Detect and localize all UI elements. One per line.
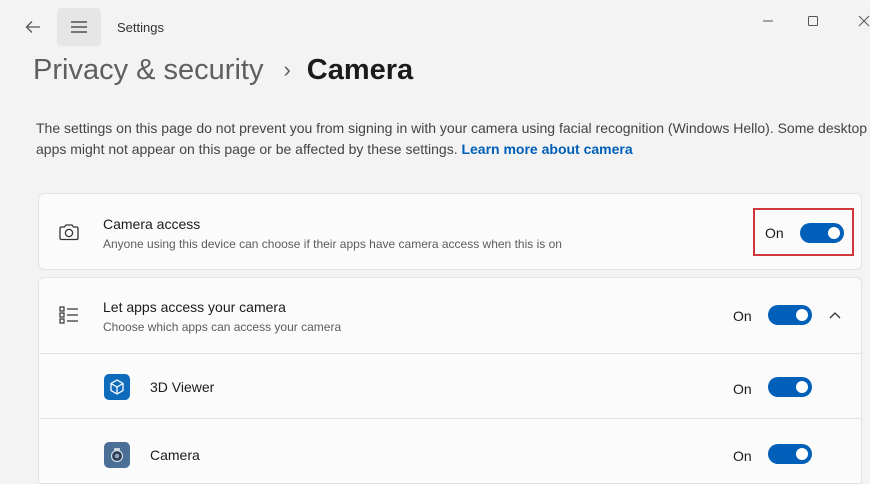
- description-text: The settings on this page do not prevent…: [36, 120, 868, 157]
- toggle-knob: [796, 448, 808, 460]
- let-apps-state: On: [733, 308, 752, 324]
- page-title: Camera: [306, 54, 414, 86]
- breadcrumb-separator: ›: [283, 56, 291, 82]
- app-row: Camera On: [38, 418, 862, 484]
- hamburger-icon: [71, 21, 87, 33]
- minimize-icon: [763, 20, 773, 22]
- highlight-box: [753, 208, 854, 256]
- toggle-knob: [796, 381, 808, 393]
- chevron-up-icon[interactable]: [827, 307, 843, 323]
- app-title: Settings: [117, 20, 164, 35]
- app-list-icon: [57, 303, 81, 327]
- page-description: The settings on this page do not prevent…: [36, 118, 870, 160]
- close-icon: [858, 15, 870, 27]
- let-apps-title: Let apps access your camera: [103, 299, 286, 315]
- let-apps-toggle[interactable]: [768, 305, 812, 325]
- camera-app-icon: [104, 442, 130, 468]
- app-name: 3D Viewer: [150, 379, 215, 395]
- 3d-viewer-toggle[interactable]: [768, 377, 812, 397]
- let-apps-subtitle: Choose which apps can access your camera: [103, 320, 342, 334]
- app-name: Camera: [150, 447, 200, 463]
- camera-access-title: Camera access: [103, 216, 201, 232]
- camera-icon: [57, 220, 81, 244]
- camera-access-subtitle: Anyone using this device can choose if t…: [103, 237, 562, 251]
- app-state: On: [733, 381, 752, 397]
- maximize-icon: [808, 16, 818, 26]
- app-row: 3D Viewer On: [38, 353, 862, 419]
- breadcrumb: Privacy & security › Camera: [33, 54, 413, 87]
- camera-app-toggle[interactable]: [768, 444, 812, 464]
- learn-more-link[interactable]: Learn more about camera: [461, 141, 632, 157]
- minimize-button[interactable]: [755, 10, 781, 32]
- app-state: On: [733, 448, 752, 464]
- navigation-menu-button[interactable]: [57, 8, 101, 46]
- close-button[interactable]: [851, 10, 870, 32]
- let-apps-access-card[interactable]: Let apps access your camera Choose which…: [38, 277, 862, 354]
- toggle-knob: [796, 309, 808, 321]
- 3d-viewer-icon: [104, 374, 130, 400]
- breadcrumb-parent[interactable]: Privacy & security: [33, 54, 263, 87]
- maximize-button[interactable]: [800, 10, 826, 32]
- camera-access-card: Camera access Anyone using this device c…: [38, 193, 862, 270]
- title-bar: Settings: [0, 0, 870, 48]
- back-button[interactable]: [20, 14, 46, 40]
- back-arrow-icon: [25, 21, 40, 33]
